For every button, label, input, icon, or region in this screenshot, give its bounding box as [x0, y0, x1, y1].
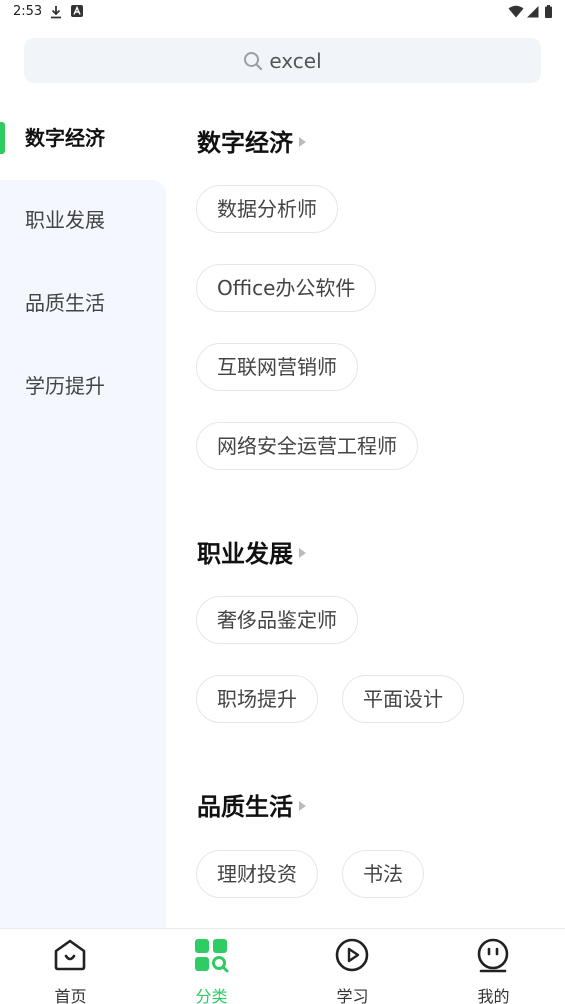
nav-home[interactable]: 首页	[0, 929, 141, 1004]
nav-label: 首页	[54, 987, 87, 1004]
chevron-right-icon	[299, 137, 306, 147]
section-title-text: 职业发展	[197, 540, 293, 568]
search-bar[interactable]: excel	[24, 38, 541, 83]
chip-financial-investment[interactable]: 理财投资	[196, 850, 318, 898]
category-icon	[195, 939, 229, 973]
chip-workplace-improvement[interactable]: 职场提升	[196, 675, 318, 723]
chip-internet-marketer[interactable]: 互联网营销师	[196, 343, 358, 391]
search-input[interactable]: excel	[24, 38, 541, 83]
app-screen: 2:53 excel 数字经济 职业发展 品质生活 学历提升 数字经济 数据分析…	[0, 0, 565, 1004]
nav-profile[interactable]: 我的	[423, 929, 564, 1004]
sidebar-item-education[interactable]: 学历提升	[0, 346, 166, 426]
home-icon	[54, 939, 86, 971]
nav-label: 分类	[195, 987, 228, 1004]
section-title-quality-life[interactable]: 品质生活	[197, 787, 306, 822]
nav-label: 学习	[336, 987, 369, 1004]
section-title-text: 品质生活	[197, 793, 293, 821]
chip-calligraphy[interactable]: 书法	[342, 850, 424, 898]
sidebar-item-label: 职业发展	[25, 208, 105, 232]
status-bar: 2:53	[0, 0, 565, 24]
section-title-text: 数字经济	[197, 129, 293, 157]
download-icon	[51, 6, 61, 19]
bottom-nav: 首页 分类 学习 我的	[0, 928, 565, 1004]
chip-data-analyst[interactable]: 数据分析师	[196, 185, 338, 233]
nav-learn[interactable]: 学习	[282, 929, 423, 1004]
chevron-right-icon	[299, 801, 306, 811]
sidebar-item-label: 品质生活	[25, 291, 105, 315]
status-time: 2:53	[13, 4, 43, 19]
sidebar-item-label: 数字经济	[25, 126, 105, 150]
wifi-icon	[508, 5, 524, 18]
play-icon	[335, 938, 369, 972]
section-title-digital-economy[interactable]: 数字经济	[197, 123, 306, 158]
chip-graphic-design[interactable]: 平面设计	[342, 675, 464, 723]
nav-label: 我的	[477, 987, 510, 1004]
sidebar-item-label: 学历提升	[25, 374, 105, 398]
chip-network-security-engineer[interactable]: 网络安全运营工程师	[196, 422, 418, 470]
section-title-career-development[interactable]: 职业发展	[197, 534, 306, 569]
profile-icon	[477, 938, 509, 973]
chip-office-software[interactable]: Office办公软件	[196, 264, 377, 312]
search-query: excel	[269, 48, 322, 73]
search-icon	[244, 51, 263, 70]
sidebar-item-career-development[interactable]: 职业发展	[0, 180, 166, 260]
nav-category[interactable]: 分类	[141, 929, 282, 1004]
battery-icon	[545, 5, 552, 18]
signal-icon	[527, 6, 539, 18]
sidebar-item-quality-life[interactable]: 品质生活	[0, 263, 166, 343]
chip-luxury-appraiser[interactable]: 奢侈品鉴定师	[196, 596, 358, 644]
app-notification-icon	[71, 5, 83, 17]
sidebar-item-digital-economy[interactable]: 数字经济	[0, 98, 166, 178]
chevron-right-icon	[299, 548, 306, 558]
